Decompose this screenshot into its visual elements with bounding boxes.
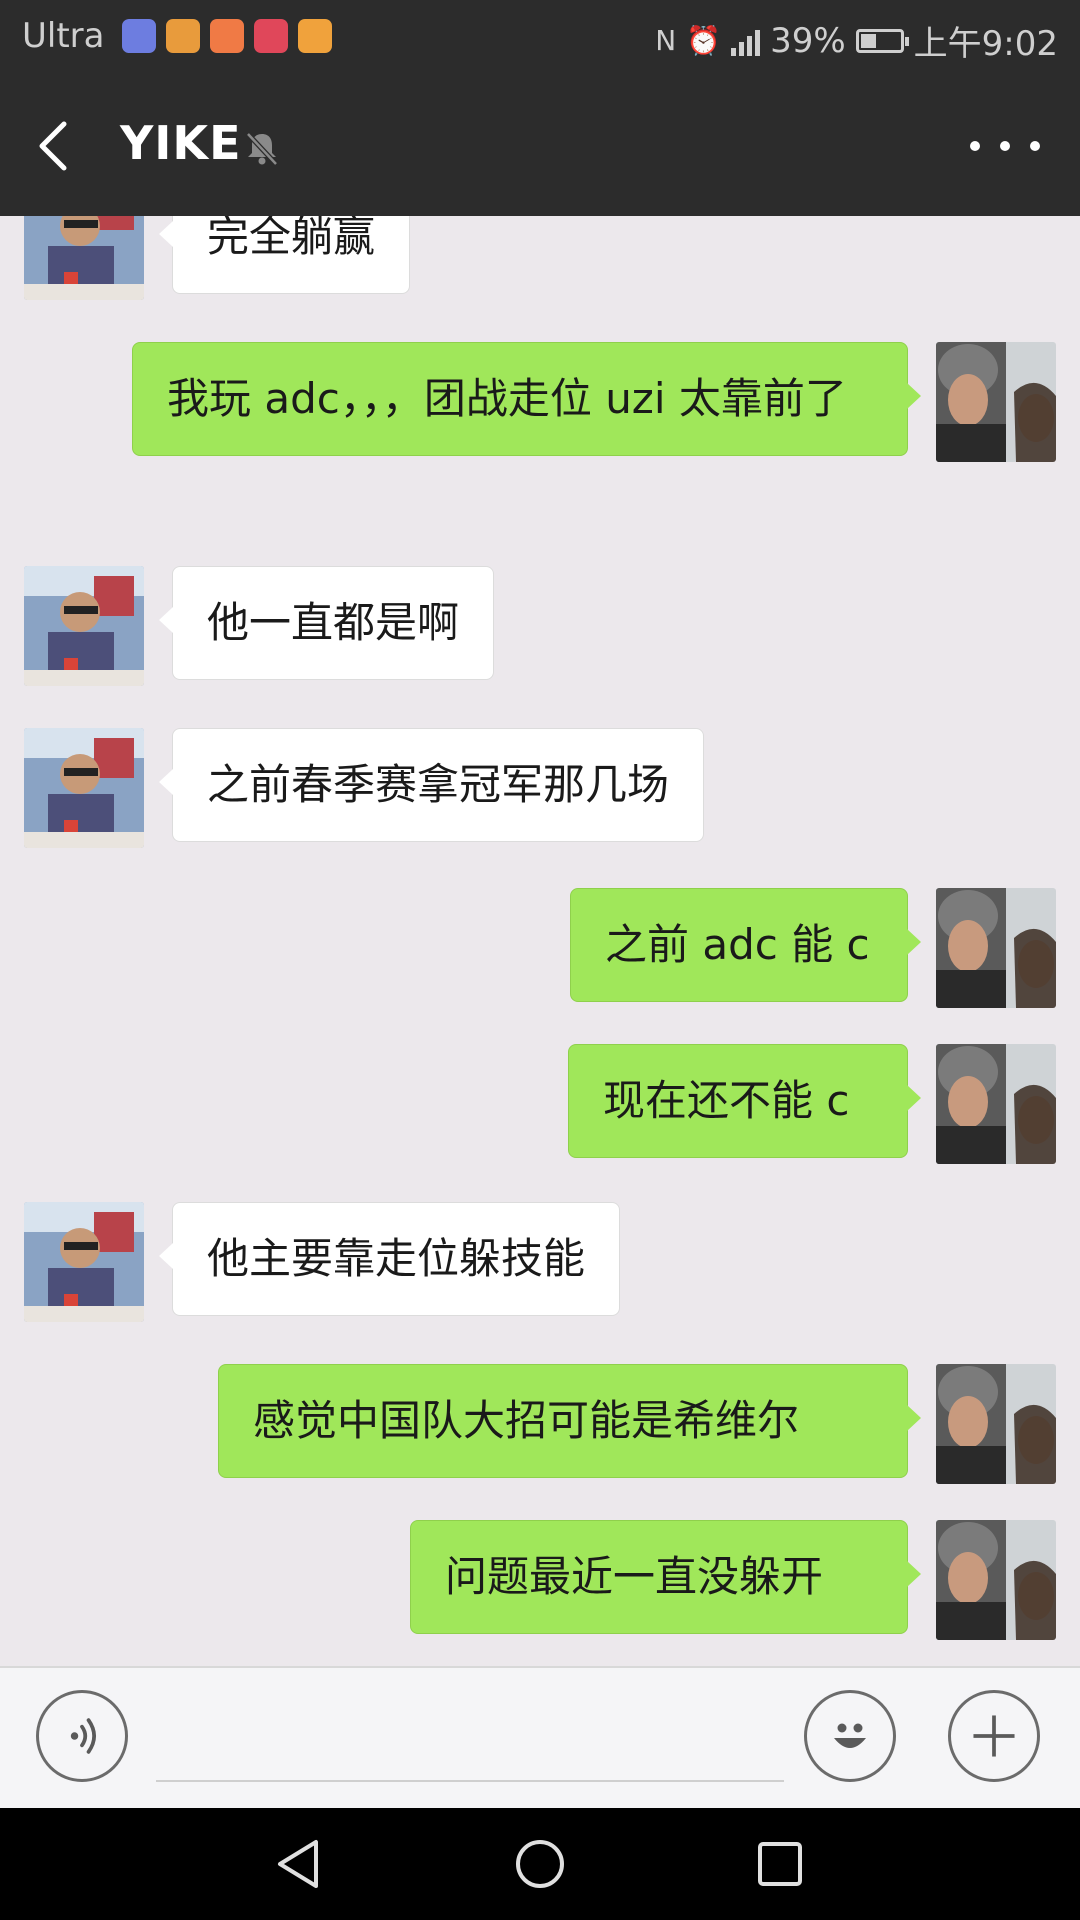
contact-avatar-image — [24, 216, 144, 300]
self-avatar[interactable] — [936, 1520, 1056, 1640]
outgoing-message-bubble[interactable]: 之前 adc 能 c — [570, 888, 921, 1002]
emoji-button[interactable] — [804, 1690, 896, 1782]
outgoing-message-bubble[interactable]: 我玩 adc，，，团战走位 uzi 太靠前了 — [132, 342, 921, 456]
nav-back-icon[interactable] — [270, 1834, 330, 1894]
chat-title: YIKE — [120, 116, 242, 170]
input-bar — [0, 1666, 1080, 1810]
chevron-left-icon — [39, 121, 67, 171]
incoming-message-bubble[interactable]: 他主要靠走位躲技能 — [158, 1202, 621, 1316]
self-avatar-image — [936, 342, 1056, 462]
outgoing-message-bubble[interactable]: 问题最近一直没躲开 — [410, 1520, 921, 1634]
clock: 上午9:02 — [913, 24, 1058, 64]
plus-icon — [973, 1715, 1015, 1757]
more-options-button[interactable] — [970, 124, 1040, 168]
dot-icon — [970, 141, 980, 151]
title-bar: YIKE — [0, 74, 1080, 216]
outgoing-message-bubble[interactable]: 现在还不能 c — [568, 1044, 921, 1158]
self-avatar-image — [936, 1044, 1056, 1164]
self-avatar-image — [936, 1364, 1056, 1484]
self-avatar[interactable] — [936, 888, 1056, 1008]
alarm-icon: ⏰ — [686, 24, 722, 57]
nfc-icon: N — [655, 24, 677, 57]
self-avatar[interactable] — [936, 1364, 1056, 1484]
health-app-icon — [210, 19, 245, 53]
contact-avatar[interactable] — [24, 566, 144, 686]
incoming-message-bubble[interactable]: 完全躺赢 — [158, 216, 411, 294]
incoming-message-bubble[interactable]: 他一直都是啊 — [158, 566, 495, 680]
carrier-label: Ultra — [22, 16, 105, 56]
player-app-icon — [298, 19, 333, 53]
status-right: N ⏰ 39% 上午9:02 — [655, 16, 1058, 65]
dot-icon — [1000, 141, 1010, 151]
video-app-icon — [122, 19, 157, 53]
contact-avatar[interactable] — [24, 1202, 144, 1322]
incoming-message-bubble[interactable]: 之前春季赛拿冠军那几场 — [158, 728, 705, 842]
battery-icon — [855, 28, 909, 53]
status-bar: Ultra N ⏰ 39% 上午9:02 — [0, 0, 1080, 74]
message-input[interactable] — [156, 1698, 784, 1782]
self-avatar-image — [936, 888, 1056, 1008]
reader-app-icon — [254, 19, 289, 53]
back-button[interactable] — [34, 118, 84, 174]
message-list[interactable]: 完全躺赢 我玩 adc，，，团战走位 uzi 太靠前了 他一直都是啊 之前春季赛… — [0, 216, 1080, 1666]
wallet-app-icon — [166, 19, 201, 53]
self-avatar-image — [936, 1520, 1056, 1640]
self-avatar[interactable] — [936, 342, 1056, 462]
status-left: Ultra — [22, 16, 333, 56]
signal-icon — [731, 26, 761, 56]
smiley-icon — [834, 1723, 866, 1748]
system-nav-bar — [0, 1808, 1080, 1920]
more-functions-button[interactable] — [948, 1690, 1040, 1782]
dot-icon — [1030, 141, 1040, 151]
contact-avatar[interactable] — [24, 728, 144, 848]
contact-avatar-image — [24, 728, 144, 848]
outgoing-message-bubble[interactable]: 感觉中国队大招可能是希维尔 — [218, 1364, 921, 1478]
self-avatar[interactable] — [936, 1044, 1056, 1164]
voice-input-button[interactable] — [36, 1690, 128, 1782]
contact-avatar[interactable] — [24, 216, 144, 300]
muted-bell-icon — [246, 132, 278, 166]
voice-icon — [70, 1718, 96, 1754]
contact-avatar-image — [24, 1202, 144, 1322]
nav-recents-icon[interactable] — [750, 1834, 810, 1894]
nav-home-icon[interactable] — [510, 1834, 570, 1894]
battery-percent: 39% — [770, 20, 846, 61]
contact-avatar-image — [24, 566, 144, 686]
